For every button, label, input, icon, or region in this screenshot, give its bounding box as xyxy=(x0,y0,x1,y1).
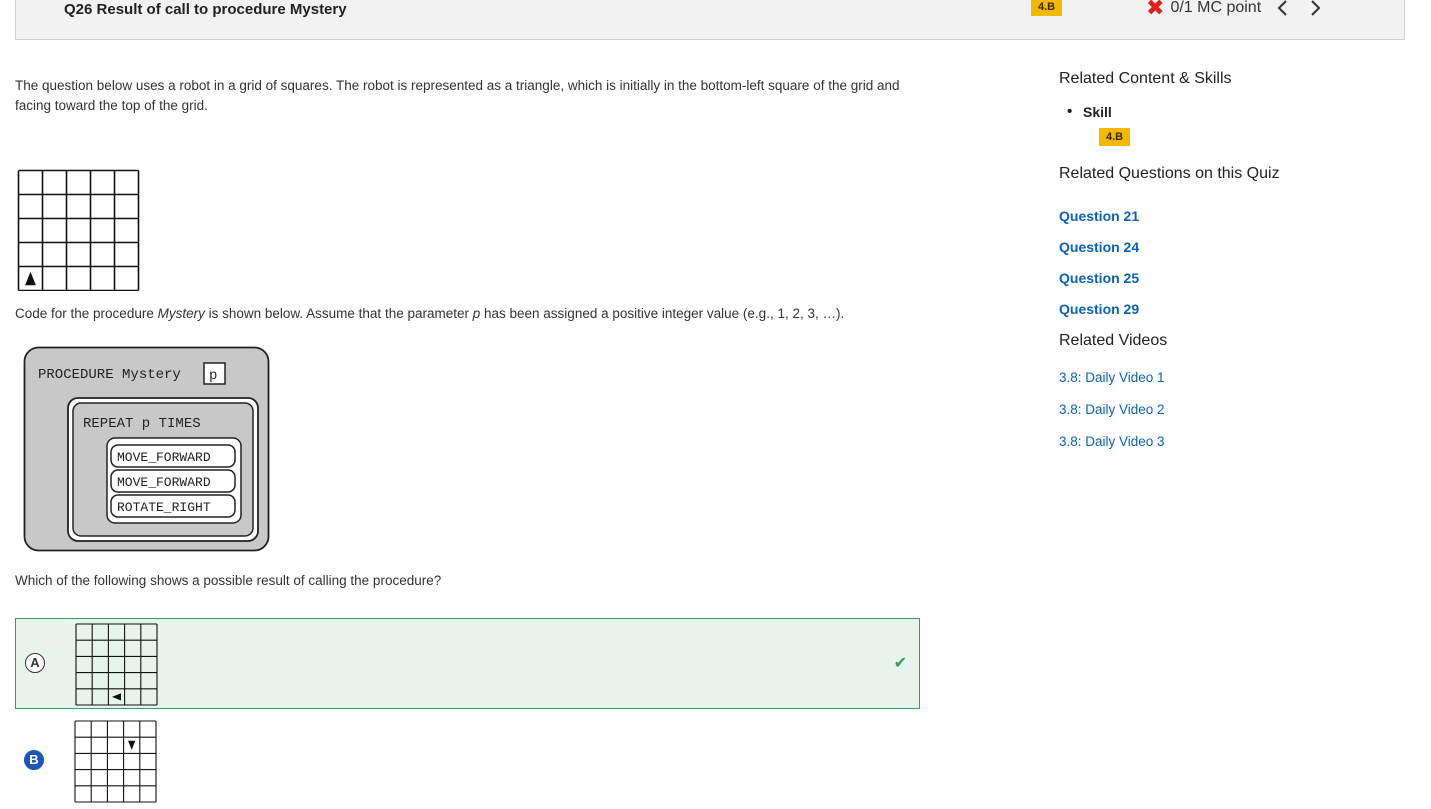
robot-triangle-icon xyxy=(25,271,36,286)
question-header: Q26 Result of call to procedure Mystery … xyxy=(15,0,1405,40)
repeat-statement: REPEAT p TIMES xyxy=(83,416,201,432)
choice-letter-a[interactable]: A xyxy=(25,653,45,673)
choice-a-grid xyxy=(75,623,159,712)
procedure-name: Mystery xyxy=(157,306,205,321)
procedure-param: p xyxy=(209,368,217,384)
step-3: ROTATE_RIGHT xyxy=(117,500,211,515)
checkmark-icon: ✔ xyxy=(893,655,907,672)
step-1: MOVE_FORWARD xyxy=(117,450,211,465)
robot-grid-image xyxy=(17,169,140,292)
related-video-2[interactable]: 3.8: Daily Video 2 xyxy=(1059,402,1165,417)
chevron-right-icon[interactable] xyxy=(1306,0,1324,19)
code-text-post: has been assigned a positive integer val… xyxy=(480,306,845,321)
score-text: 0/1 MC point xyxy=(1170,0,1262,16)
procedure-block: PROCEDURE Mystery p REPEAT p TIMES MOVE_… xyxy=(23,346,271,558)
question-intro: The question below uses a robot in a gri… xyxy=(15,78,900,113)
answer-choice-a[interactable]: A ✔ xyxy=(15,618,920,709)
robot-grid-image xyxy=(75,623,158,706)
code-description: Code for the procedure Mystery is shown … xyxy=(15,304,844,324)
choice-letter-b[interactable]: B xyxy=(24,750,44,770)
question-title: Q26 Result of call to procedure Mystery xyxy=(64,1,347,18)
related-questions-heading: Related Questions on this Quiz xyxy=(1059,165,1280,182)
choice-b-grid xyxy=(74,720,158,809)
x-mark-icon: ✖ xyxy=(1146,0,1165,20)
robot-triangle-icon xyxy=(128,740,136,750)
chevron-left-icon[interactable] xyxy=(1274,0,1292,19)
code-text-pre: Code for the procedure xyxy=(15,306,158,321)
related-video-3[interactable]: 3.8: Daily Video 3 xyxy=(1059,434,1165,449)
related-question-25[interactable]: Question 25 xyxy=(1059,270,1139,286)
question-prompt: Which of the following shows a possible … xyxy=(15,573,442,588)
robot-triangle-icon xyxy=(111,693,122,701)
code-text-mid: is shown below. Assume that the paramete… xyxy=(204,306,473,321)
initial-grid xyxy=(17,169,140,296)
sidebar-skill-badge: 4.B xyxy=(1099,128,1131,146)
skill-label: Skill xyxy=(1067,103,1112,120)
related-question-21[interactable]: Question 21 xyxy=(1059,208,1139,224)
related-videos-heading: Related Videos xyxy=(1059,332,1168,349)
procedure-header: PROCEDURE Mystery xyxy=(38,367,181,383)
score-display: ✖ 0/1 MC point xyxy=(1146,0,1262,20)
related-video-1[interactable]: 3.8: Daily Video 1 xyxy=(1059,370,1165,385)
robot-grid-image xyxy=(74,720,157,803)
related-question-29[interactable]: Question 29 xyxy=(1059,301,1139,317)
step-2: MOVE_FORWARD xyxy=(117,475,211,490)
answer-choice-b[interactable]: B xyxy=(15,716,920,807)
related-content-heading: Related Content & Skills xyxy=(1059,70,1232,87)
related-question-24[interactable]: Question 24 xyxy=(1059,239,1139,255)
skill-badge: 4.B xyxy=(1031,0,1063,16)
